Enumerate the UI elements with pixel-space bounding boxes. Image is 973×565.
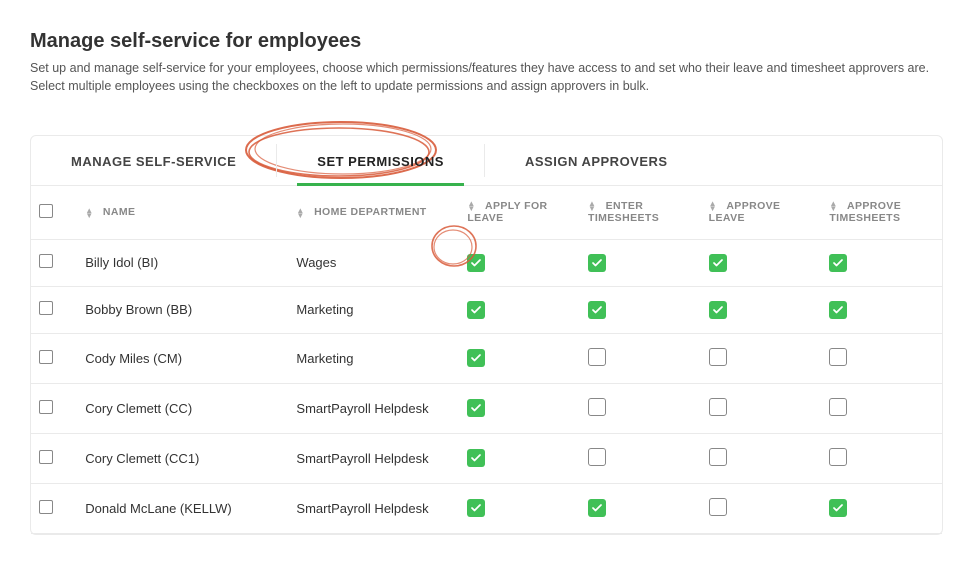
col-header-approve-timesheets[interactable]: ▲▼ APPROVE TIMESHEETS: [821, 186, 942, 239]
row-select-checkbox[interactable]: [39, 500, 53, 514]
employee-name: Donald McLane (KELLW): [85, 501, 231, 516]
employee-name: Cory Clemett (CC1): [85, 451, 199, 466]
row-select-checkbox[interactable]: [39, 400, 53, 414]
row-select-checkbox[interactable]: [39, 450, 53, 464]
select-all-checkbox[interactable]: [39, 204, 53, 218]
table-header-row: ▲▼ NAME ▲▼ HOME DEPARTMENT ▲▼ APPLY FOR …: [31, 186, 942, 239]
employee-name: Bobby Brown (BB): [85, 302, 192, 317]
perm-approve-timesheets[interactable]: [829, 499, 847, 517]
perm-enter-timesheets[interactable]: [588, 348, 606, 366]
col-header-approve-leave[interactable]: ▲▼ APPROVE LEAVE: [701, 186, 822, 239]
sort-icon: ▲▼: [709, 201, 717, 211]
row-select-checkbox[interactable]: [39, 254, 53, 268]
perm-approve-timesheets[interactable]: [829, 254, 847, 272]
employee-dept: Marketing: [296, 302, 353, 317]
perm-apply-leave[interactable]: [467, 499, 485, 517]
row-select-checkbox[interactable]: [39, 301, 53, 315]
col-header-enter-ts-label: ENTER TIMESHEETS: [588, 200, 659, 224]
perm-approve-timesheets[interactable]: [829, 448, 847, 466]
perm-approve-timesheets[interactable]: [829, 301, 847, 319]
perm-apply-leave[interactable]: [467, 254, 485, 272]
perm-apply-leave[interactable]: [467, 301, 485, 319]
employee-dept: SmartPayroll Helpdesk: [296, 401, 428, 416]
perm-apply-leave[interactable]: [467, 449, 485, 467]
tab-manage-self-service[interactable]: MANAGE SELF-SERVICE: [31, 136, 276, 185]
sort-icon: ▲▼: [296, 208, 304, 218]
page-title: Manage self-service for employees: [30, 30, 943, 53]
perm-approve-timesheets[interactable]: [829, 398, 847, 416]
employee-name: Billy Idol (BI): [85, 255, 158, 270]
employee-name: Cody Miles (CM): [85, 351, 182, 366]
col-header-enter-timesheets[interactable]: ▲▼ ENTER TIMESHEETS: [580, 186, 701, 239]
tabs: MANAGE SELF-SERVICE SET PERMISSIONS ASSI…: [31, 136, 942, 186]
employee-name: Cory Clemett (CC): [85, 401, 192, 416]
perm-approve-leave[interactable]: [709, 498, 727, 516]
col-header-apply-leave-label: APPLY FOR LEAVE: [467, 200, 547, 224]
perm-apply-leave[interactable]: [467, 399, 485, 417]
perm-enter-timesheets[interactable]: [588, 254, 606, 272]
employee-dept: Wages: [296, 255, 336, 270]
perm-enter-timesheets[interactable]: [588, 301, 606, 319]
sort-icon: ▲▼: [588, 201, 596, 211]
sort-icon: ▲▼: [467, 201, 475, 211]
employee-dept: Marketing: [296, 351, 353, 366]
col-header-dept-label: HOME DEPARTMENT: [314, 207, 427, 219]
sort-icon: ▲▼: [85, 208, 93, 218]
col-header-name-label: NAME: [103, 207, 136, 219]
table-row: Cody Miles (CM) Marketing: [31, 333, 942, 383]
perm-apply-leave[interactable]: [467, 349, 485, 367]
perm-enter-timesheets[interactable]: [588, 499, 606, 517]
page-description: Set up and manage self-service for your …: [30, 59, 943, 95]
perm-enter-timesheets[interactable]: [588, 448, 606, 466]
tab-set-permissions[interactable]: SET PERMISSIONS: [277, 136, 484, 185]
permissions-table: ▲▼ NAME ▲▼ HOME DEPARTMENT ▲▼ APPLY FOR …: [31, 186, 942, 533]
perm-approve-leave[interactable]: [709, 348, 727, 366]
perm-approve-leave[interactable]: [709, 398, 727, 416]
employee-dept: SmartPayroll Helpdesk: [296, 451, 428, 466]
perm-enter-timesheets[interactable]: [588, 398, 606, 416]
permissions-panel: MANAGE SELF-SERVICE SET PERMISSIONS ASSI…: [30, 135, 943, 534]
col-header-name[interactable]: ▲▼ NAME: [77, 186, 288, 239]
perm-approve-leave[interactable]: [709, 301, 727, 319]
col-header-approve-ts-label: APPROVE TIMESHEETS: [829, 200, 901, 224]
perm-approve-timesheets[interactable]: [829, 348, 847, 366]
table-row: Bobby Brown (BB) Marketing: [31, 286, 942, 333]
sort-icon: ▲▼: [829, 201, 837, 211]
col-header-apply-leave[interactable]: ▲▼ APPLY FOR LEAVE: [459, 186, 580, 239]
table-row: Billy Idol (BI) Wages: [31, 239, 942, 286]
row-select-checkbox[interactable]: [39, 350, 53, 364]
tab-assign-approvers[interactable]: ASSIGN APPROVERS: [485, 136, 708, 185]
col-header-approve-leave-label: APPROVE LEAVE: [709, 200, 781, 224]
col-header-dept[interactable]: ▲▼ HOME DEPARTMENT: [288, 186, 459, 239]
employee-dept: SmartPayroll Helpdesk: [296, 501, 428, 516]
perm-approve-leave[interactable]: [709, 254, 727, 272]
table-row: Cory Clemett (CC1) SmartPayroll Helpdesk: [31, 433, 942, 483]
table-row: Donald McLane (KELLW) SmartPayroll Helpde…: [31, 483, 942, 533]
table-row: Cory Clemett (CC) SmartPayroll Helpdesk: [31, 383, 942, 433]
perm-approve-leave[interactable]: [709, 448, 727, 466]
